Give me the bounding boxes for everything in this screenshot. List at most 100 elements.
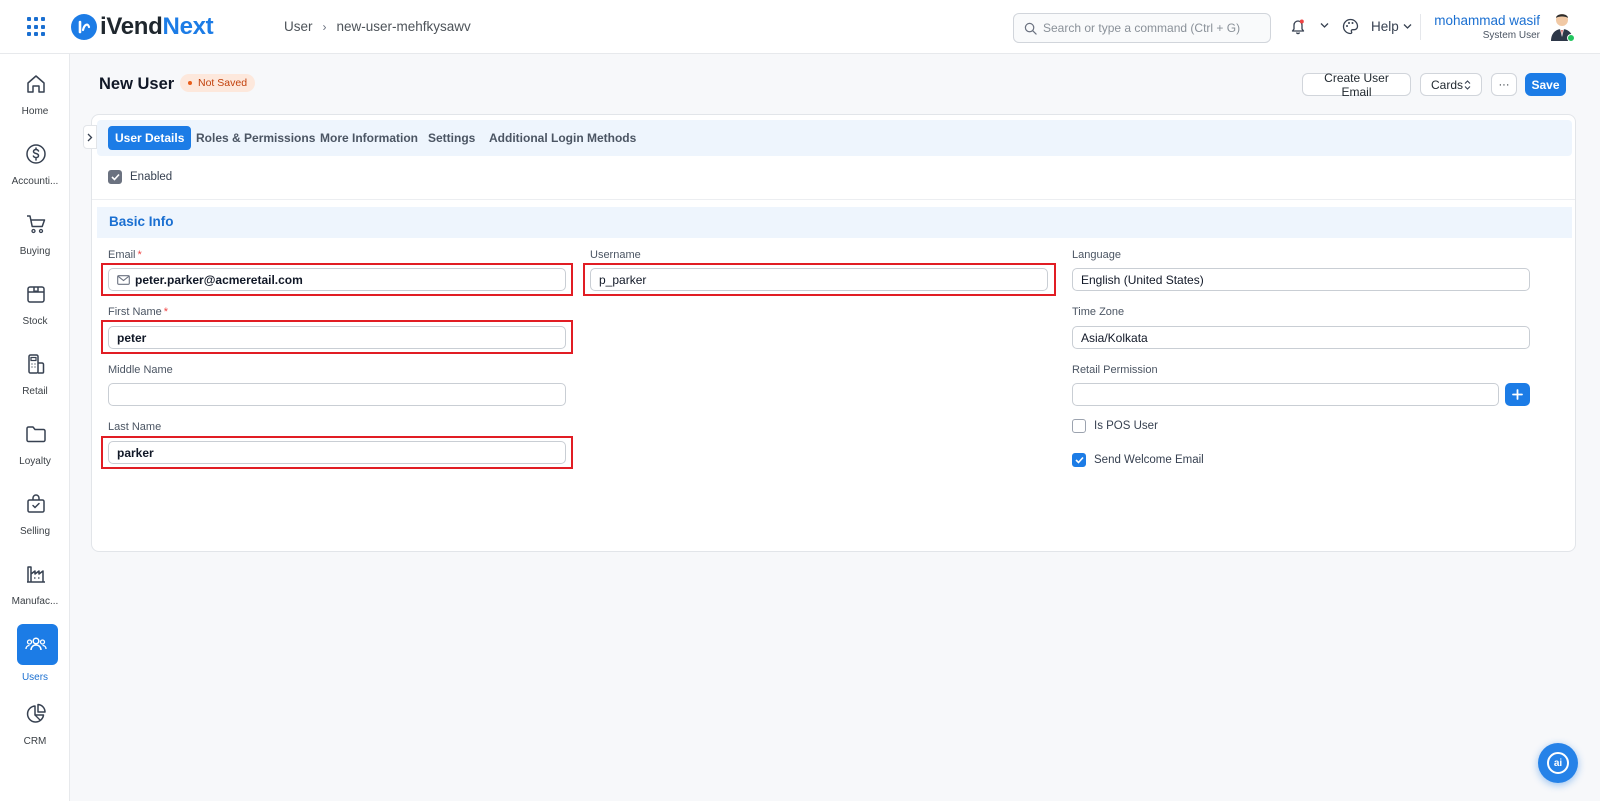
sidebar: Home Accounti... Buying Stock Retail Loy… xyxy=(0,54,70,801)
tab-more-information[interactable]: More Information xyxy=(313,126,425,150)
sidebar-item-users[interactable]: Users xyxy=(0,621,70,691)
tab-user-details[interactable]: User Details xyxy=(108,126,192,150)
sidebar-item-retail[interactable]: Retail xyxy=(0,334,70,404)
send-welcome-email-checkbox[interactable] xyxy=(1072,453,1086,467)
sort-updown-icon xyxy=(1464,79,1471,90)
chevron-right-icon: › xyxy=(322,19,327,34)
palette-icon[interactable] xyxy=(1342,18,1359,35)
chevron-right-icon xyxy=(87,133,93,141)
cards-select[interactable]: Cards xyxy=(1420,73,1482,96)
chevron-down-icon xyxy=(1403,24,1412,29)
time-zone-field[interactable]: Asia/Kolkata xyxy=(1072,326,1530,349)
bell-icon[interactable] xyxy=(1290,18,1306,35)
check-icon xyxy=(110,173,120,181)
tabs-bar: User Details Roles & Permissions More In… xyxy=(83,120,1572,156)
email-label: Email * xyxy=(108,249,142,261)
page-title: New User xyxy=(99,75,175,93)
is-pos-user-checkbox[interactable] xyxy=(1072,419,1086,433)
status-dot xyxy=(188,81,192,85)
tab-additional-login-methods[interactable]: Additional Login Methods xyxy=(482,126,643,150)
status-badge: Not Saved xyxy=(180,74,256,92)
basic-info-section-header[interactable]: Basic Info xyxy=(97,207,1572,238)
sidebar-item-stock[interactable]: Stock xyxy=(0,264,70,334)
cards-label: Cards xyxy=(1431,77,1464,92)
pos-terminal-icon xyxy=(28,354,45,374)
send-welcome-email-label: Send Welcome Email xyxy=(1094,454,1204,466)
sidebar-item-selling[interactable]: Selling xyxy=(0,474,70,544)
breadcrumb-current: new-user-mehfkysawv xyxy=(336,19,471,34)
status-text: Not Saved xyxy=(198,77,248,89)
create-user-email-button[interactable]: Create User Email xyxy=(1302,71,1411,99)
search-icon xyxy=(1024,22,1037,35)
sidebar-item-loyalty[interactable]: Loyalty xyxy=(0,404,70,474)
send-welcome-email-row[interactable]: Send Welcome Email xyxy=(1072,453,1204,467)
enabled-checkbox-row[interactable]: Enabled xyxy=(108,170,172,184)
is-pos-user-label: Is POS User xyxy=(1094,420,1158,432)
pie-chart-icon xyxy=(26,703,46,723)
app-logo[interactable]: iVendNext xyxy=(71,13,214,41)
sidebar-toggle[interactable] xyxy=(83,125,97,149)
sidebar-item-label: Stock xyxy=(22,316,48,327)
chevron-down-icon[interactable] xyxy=(1320,22,1329,29)
factory-icon xyxy=(27,566,45,583)
sidebar-item-home[interactable]: Home xyxy=(0,54,70,124)
sidebar-item-label: Users xyxy=(21,672,49,683)
middle-name-field[interactable] xyxy=(108,383,566,406)
help-menu[interactable]: Help xyxy=(1371,19,1412,34)
user-menu[interactable]: mohammad wasif System User xyxy=(1434,13,1540,41)
logo-mark-icon xyxy=(71,14,97,40)
is-pos-user-row[interactable]: Is POS User xyxy=(1072,419,1158,433)
username-field[interactable]: p_parker xyxy=(590,268,1048,291)
enabled-checkbox[interactable] xyxy=(108,170,122,184)
ai-icon: ai xyxy=(1547,752,1569,774)
username-label: Username xyxy=(590,249,641,261)
retail-permission-field[interactable] xyxy=(1072,383,1499,406)
users-icon xyxy=(25,637,47,651)
retail-permission-label: Retail Permission xyxy=(1072,364,1158,376)
sidebar-item-label: Buying xyxy=(19,246,51,257)
last-name-field[interactable]: parker xyxy=(108,441,566,464)
sidebar-item-label: Retail xyxy=(22,386,48,397)
sidebar-item-buying[interactable]: Buying xyxy=(0,194,70,264)
middle-name-label: Middle Name xyxy=(108,364,173,376)
top-bar: iVendNext User › new-user-mehfkysawv Sea… xyxy=(0,0,1600,54)
tab-settings[interactable]: Settings xyxy=(421,126,482,150)
sidebar-item-accounting[interactable]: Accounti... xyxy=(0,124,70,194)
sidebar-item-crm[interactable]: CRM xyxy=(0,684,70,754)
section-title: Basic Info xyxy=(109,214,174,229)
save-button[interactable]: Save xyxy=(1525,73,1566,96)
shopping-bag-icon xyxy=(27,494,45,513)
breadcrumb: User › new-user-mehfkysawv xyxy=(284,19,471,34)
user-role: System User xyxy=(1482,30,1540,41)
time-zone-label: Time Zone xyxy=(1072,306,1125,318)
user-name: mohammad wasif xyxy=(1434,13,1540,28)
language-label: Language xyxy=(1072,249,1121,261)
language-field[interactable]: English (United States) xyxy=(1072,268,1530,291)
breadcrumb-user[interactable]: User xyxy=(284,19,313,34)
add-retail-permission-button[interactable] xyxy=(1505,383,1530,406)
ai-assistant-button[interactable]: ai xyxy=(1538,743,1578,783)
search-input[interactable]: Search or type a command (Ctrl + G) xyxy=(1013,13,1271,43)
main-content: New User Not Saved Create User Email Car… xyxy=(70,54,1600,801)
mail-icon xyxy=(117,274,130,285)
sidebar-item-label: Selling xyxy=(19,526,51,537)
sidebar-item-manufacturing[interactable]: Manufac... xyxy=(0,544,70,614)
user-form-card: User Details Roles & Permissions More In… xyxy=(83,114,1576,552)
first-name-field[interactable]: peter xyxy=(108,326,566,349)
tab-roles-permissions[interactable]: Roles & Permissions xyxy=(189,126,322,150)
apps-grid-icon[interactable] xyxy=(27,17,47,37)
plus-icon xyxy=(1512,389,1523,400)
search-placeholder: Search or type a command (Ctrl + G) xyxy=(1043,21,1241,35)
more-actions-button[interactable]: ··· xyxy=(1491,73,1517,96)
email-field[interactable]: peter.parker@acmeretail.com xyxy=(108,268,566,291)
sidebar-item-label: Manufac... xyxy=(11,596,59,607)
help-label: Help xyxy=(1371,19,1399,34)
divider xyxy=(1420,14,1421,40)
check-icon xyxy=(1074,456,1084,464)
first-name-label: First Name * xyxy=(108,306,169,318)
sidebar-item-label: CRM xyxy=(23,736,47,747)
last-name-label: Last Name xyxy=(108,421,162,433)
sidebar-item-label: Loyalty xyxy=(19,456,51,467)
home-icon xyxy=(27,75,45,93)
logo-text: iVendNext xyxy=(100,13,214,40)
